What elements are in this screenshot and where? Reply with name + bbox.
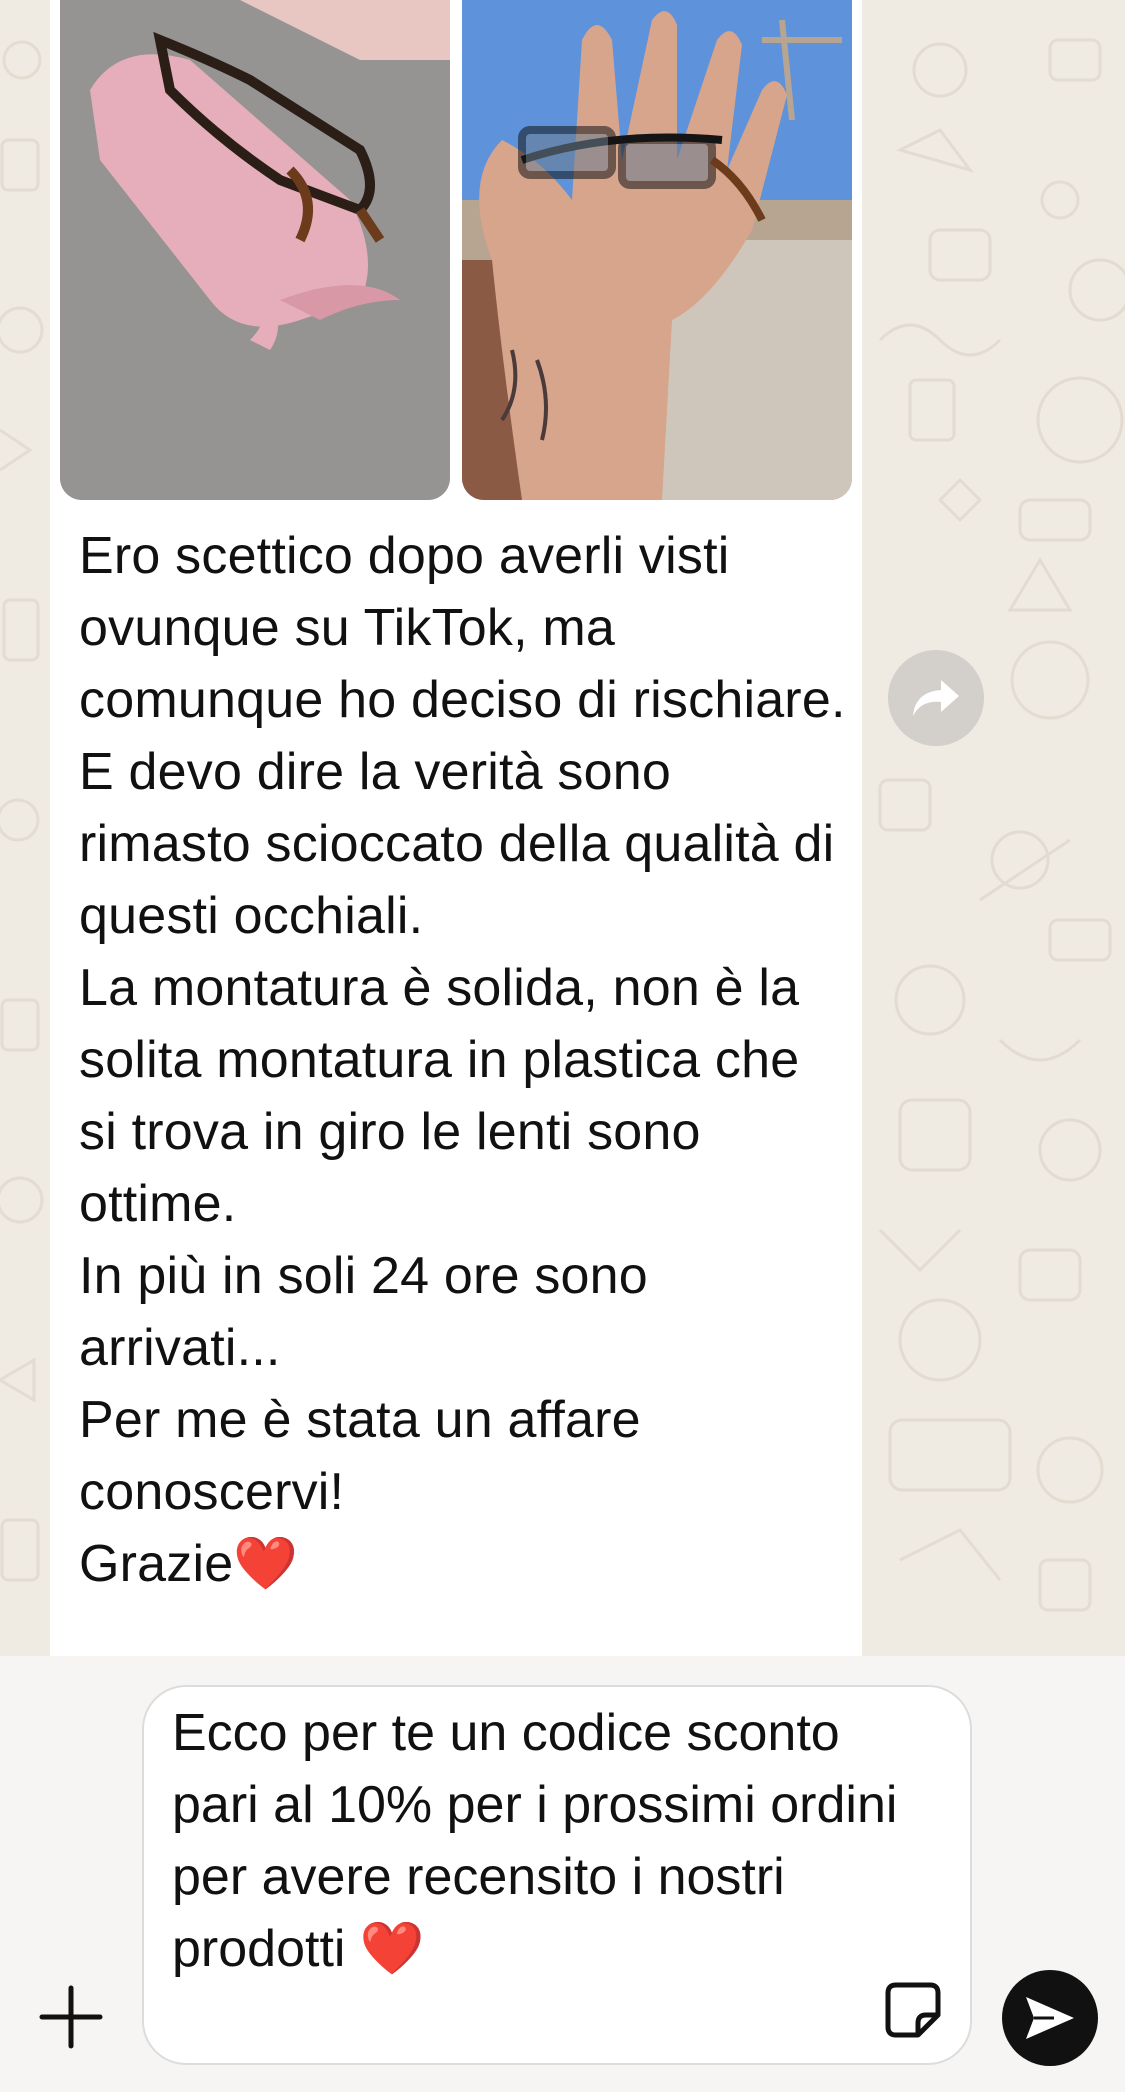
message-photo-1[interactable] — [60, 0, 450, 500]
plus-icon — [39, 1985, 103, 2049]
send-button[interactable] — [1002, 1970, 1098, 2066]
eyeglasses-on-pink-pouch-photo — [60, 0, 450, 500]
attach-button[interactable] — [38, 1984, 104, 2050]
sticker-button[interactable] — [882, 1979, 944, 2041]
forward-icon — [913, 680, 959, 716]
chat-background: Ero scettico dopo averli visti ovunque s… — [0, 0, 1125, 1656]
send-icon — [1026, 1997, 1074, 2039]
message-input-text[interactable]: Ecco per te un codice sconto pari al 10%… — [172, 1697, 932, 1985]
forward-button[interactable] — [888, 650, 984, 746]
received-message-bubble[interactable]: Ero scettico dopo averli visti ovunque s… — [50, 0, 862, 1656]
message-input[interactable]: Ecco per te un codice sconto pari al 10%… — [142, 1685, 972, 2065]
sticker-icon — [885, 1982, 941, 2038]
eyeglasses-on-hand-photo — [462, 0, 852, 500]
message-text: Ero scettico dopo averli visti ovunque s… — [79, 527, 846, 1593]
message-photo-2[interactable] — [462, 0, 852, 500]
